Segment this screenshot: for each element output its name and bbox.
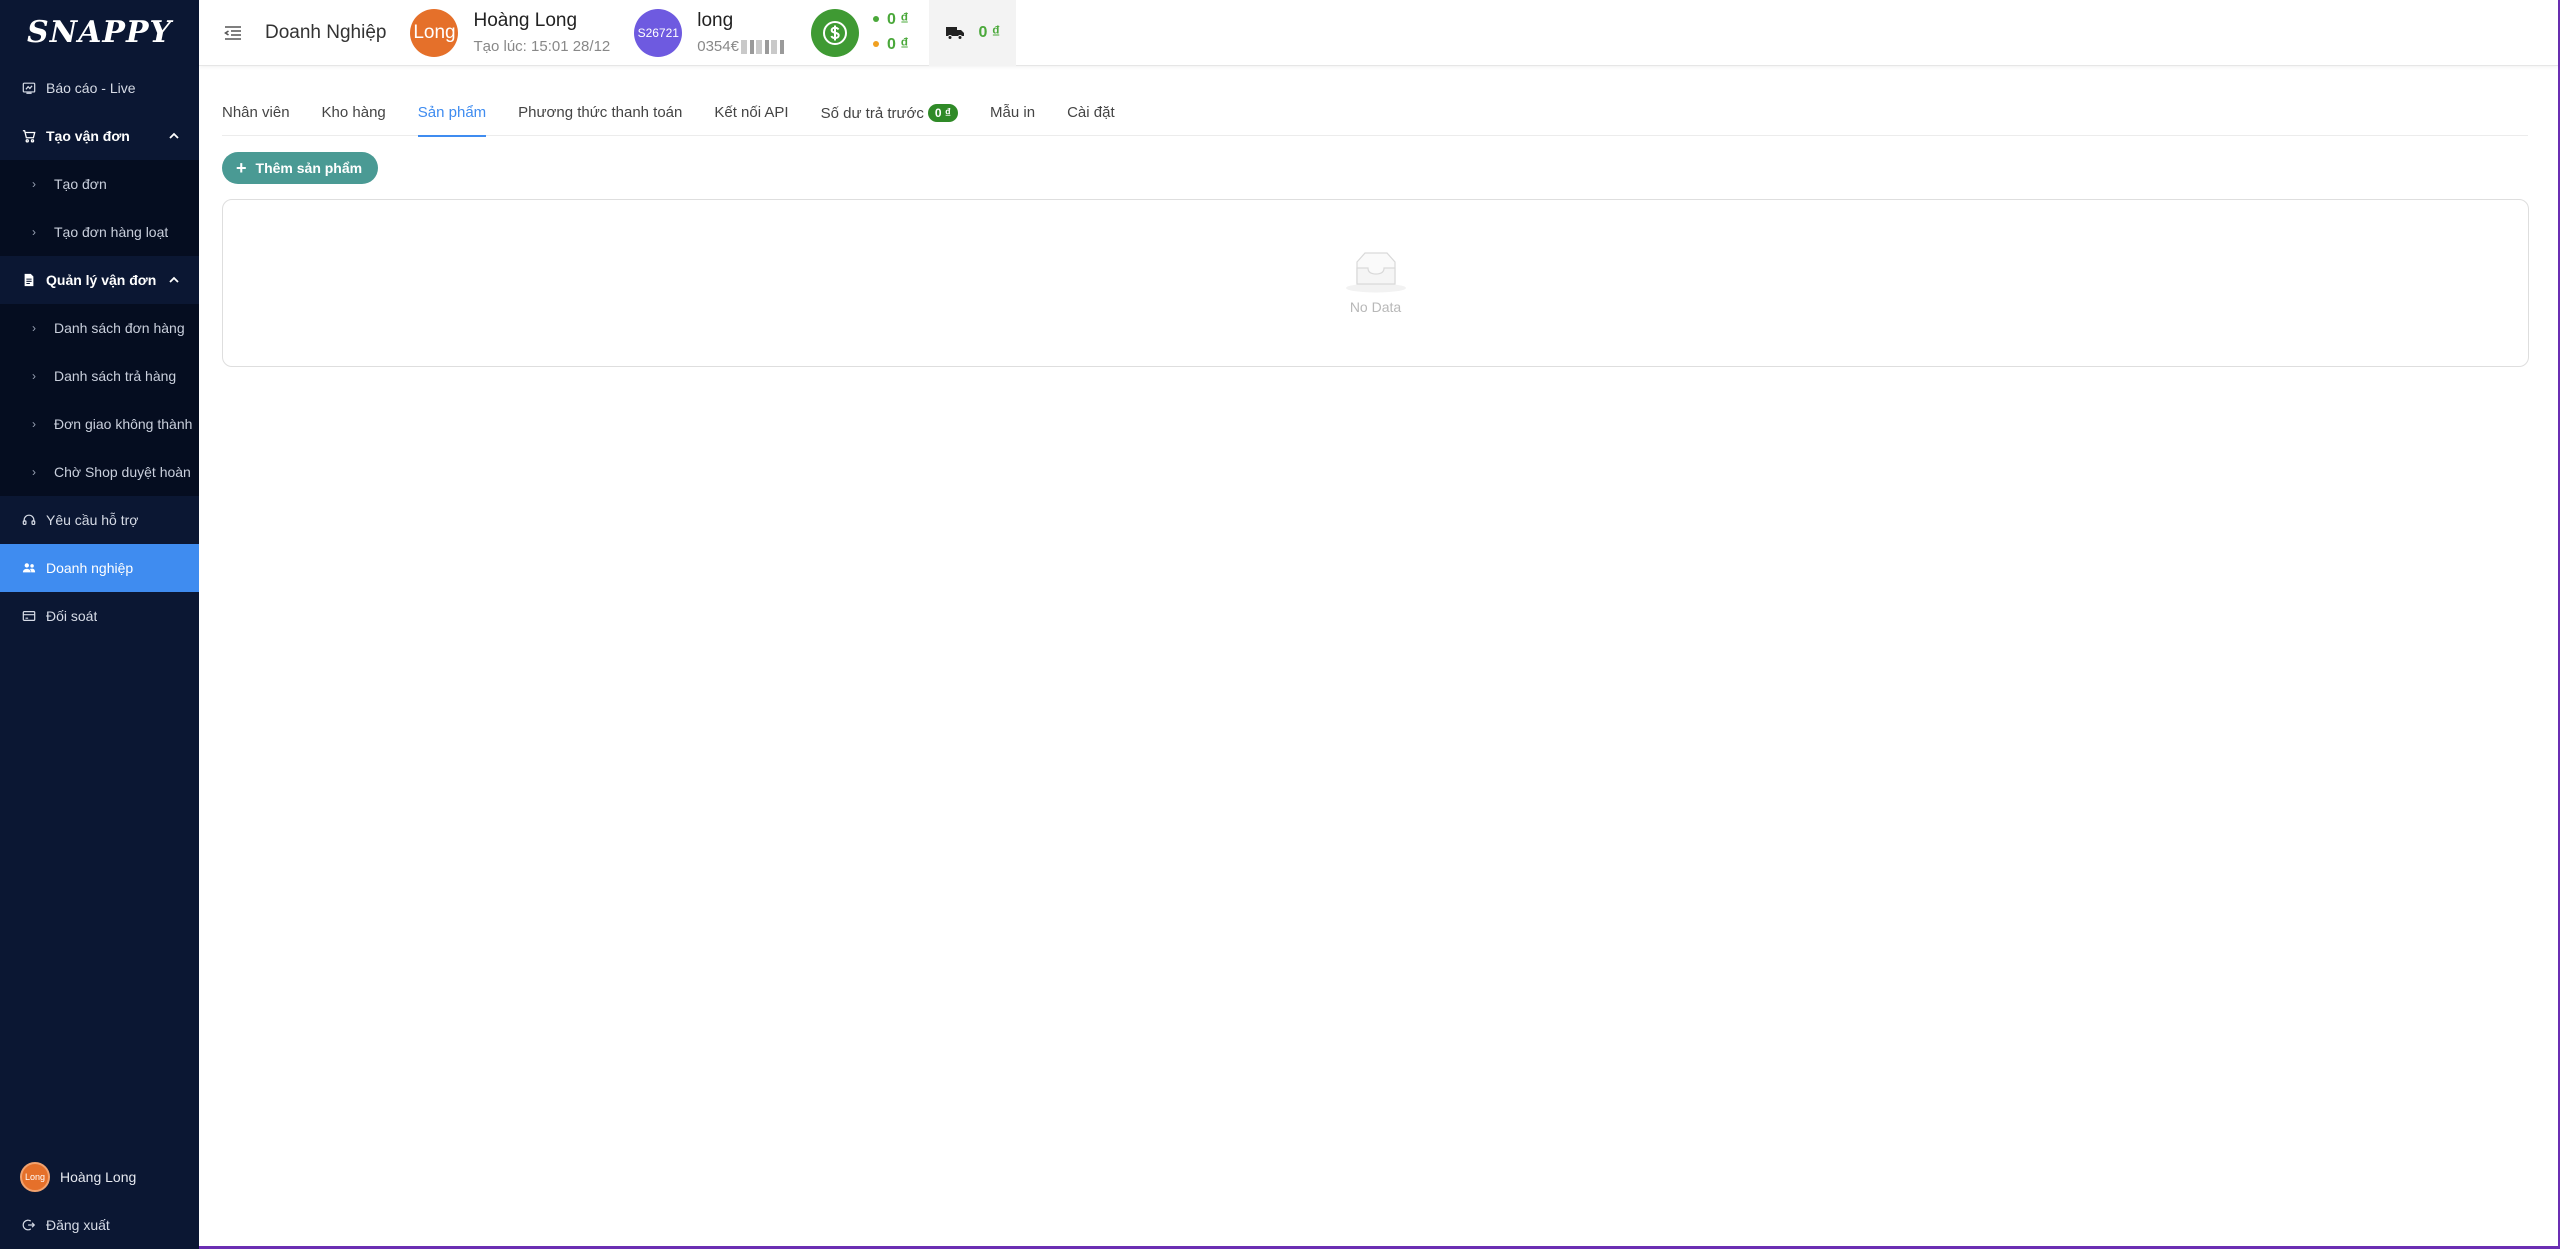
- truck-icon: [945, 26, 964, 40]
- menu-fold-icon: [224, 25, 241, 40]
- sidebar-group-manage-shipment[interactable]: Quản lý vận đơn: [0, 256, 199, 304]
- sidebar-item-support[interactable]: Yêu cầu hỗ trợ: [0, 496, 199, 544]
- sidebar-item-label: Chờ Shop duyệt hoàn: [54, 464, 191, 480]
- sidebar-item-reconcile[interactable]: Đối soát: [0, 592, 199, 640]
- sidebar-item-business[interactable]: Doanh nghiệp: [0, 544, 199, 592]
- logout-label: Đăng xuất: [46, 1217, 110, 1233]
- sidebar-item-label: Báo cáo - Live: [46, 80, 136, 96]
- sidebar-item-order-list[interactable]: › Danh sách đơn hàng: [0, 304, 199, 352]
- chevron-right-icon: ›: [32, 465, 36, 479]
- account-avatar: S26721: [634, 8, 683, 57]
- owner-created: Tạo lúc: 15:01 28/12: [473, 37, 611, 55]
- sidebar-item-bulk-create[interactable]: › Tạo đơn hàng loạt: [0, 208, 199, 256]
- app-window: SNAPPY Báo cáo - Live Tạo vận đơn › Tạo …: [0, 0, 2560, 1249]
- user-name: Hoàng Long: [60, 1169, 137, 1185]
- sidebar-item-return-list[interactable]: › Danh sách trả hàng: [0, 352, 199, 400]
- tab-label: Số dư trả trước: [820, 105, 924, 122]
- logout-button[interactable]: Đăng xuất: [0, 1201, 199, 1249]
- empty-text: No Data: [1349, 299, 1402, 315]
- tab-api[interactable]: Kết nối API: [714, 96, 788, 136]
- plus-icon: +: [236, 158, 247, 178]
- tab-warehouse[interactable]: Kho hàng: [322, 96, 386, 136]
- status-badge: 0 ₫: [927, 104, 959, 122]
- sidebar-item-label: Doanh nghiệp: [46, 560, 134, 576]
- tab-print-templates[interactable]: Mẫu in: [990, 96, 1035, 136]
- chevron-right-icon: ›: [32, 321, 36, 335]
- brand-logo[interactable]: SNAPPY: [0, 0, 199, 64]
- account-info: long 0354€: [697, 9, 785, 56]
- tab-staff[interactable]: Nhân viên: [222, 96, 290, 136]
- balance-primary: 0 ₫: [886, 10, 909, 28]
- sidebar-item-label: Quản lý vận đơn: [46, 272, 157, 288]
- tab-products[interactable]: Sản phẩm: [417, 96, 487, 137]
- sidebar-group-create-shipment[interactable]: Tạo vận đơn: [0, 112, 199, 160]
- account-phone: 0354€: [697, 37, 739, 55]
- sidebar-item-label: Đối soát: [46, 608, 98, 624]
- sidebar-item-label: Danh sách đơn hàng: [54, 320, 185, 336]
- status-dot-green: [872, 16, 879, 23]
- add-product-label: Thêm sản phẩm: [255, 160, 363, 176]
- wallet-balances: 0 ₫ 0 ₫: [872, 8, 909, 58]
- add-product-button[interactable]: + Thêm sản phẩm: [222, 152, 379, 184]
- business-tabs: Nhân viên Kho hàng Sản phẩm Phương thức …: [222, 96, 2528, 137]
- sidebar-item-label: Đơn giao không thành: [54, 416, 193, 432]
- report-icon: [22, 81, 36, 95]
- chevron-up-icon: [169, 132, 179, 139]
- status-dot-orange: [872, 41, 879, 48]
- sidebar-submenu-manage: › Danh sách đơn hàng › Danh sách trả hàn…: [0, 304, 199, 496]
- sidebar-item-label: Tạo đơn hàng loạt: [54, 224, 169, 240]
- menu-toggle-button[interactable]: [221, 21, 245, 45]
- sidebar-footer: Long Hoàng Long Đăng xuất: [0, 1153, 199, 1249]
- empty-inbox-icon: [1345, 252, 1406, 293]
- sidebar-item-label: Yêu cầu hỗ trợ: [46, 512, 139, 528]
- chevron-right-icon: ›: [32, 417, 36, 431]
- top-header: Doanh Nghiệp Long Hoàng Long Tạo lúc: 15…: [199, 0, 2558, 66]
- redacted-mask: [740, 39, 785, 54]
- chevron-right-icon: ›: [32, 369, 36, 383]
- owner-info: Hoàng Long Tạo lúc: 15:01 28/12: [473, 9, 610, 56]
- sidebar-user[interactable]: Long Hoàng Long: [0, 1153, 199, 1201]
- tab-prepaid-balance[interactable]: Số dư trả trước 0 ₫: [820, 96, 959, 136]
- shipping-balance-value: 0 ₫: [978, 23, 1001, 41]
- sidebar: SNAPPY Báo cáo - Live Tạo vận đơn › Tạo …: [0, 0, 199, 1249]
- sidebar-item-report[interactable]: Báo cáo - Live: [0, 64, 199, 112]
- avatar: Long: [20, 1162, 50, 1192]
- wallet-icon: [810, 8, 859, 57]
- sidebar-submenu-create: › Tạo đơn › Tạo đơn hàng loạt: [0, 160, 199, 256]
- sidebar-item-label: Danh sách trả hàng: [54, 368, 177, 384]
- avatar: Long: [410, 8, 459, 57]
- chevron-right-icon: ›: [32, 177, 36, 191]
- logout-icon: [22, 1218, 36, 1232]
- tab-payment-methods[interactable]: Phương thức thanh toán: [518, 96, 682, 136]
- chevron-up-icon: [169, 276, 179, 283]
- sidebar-item-label: Tạo vận đơn: [46, 128, 130, 144]
- account-name: long: [697, 9, 734, 31]
- shipping-balance[interactable]: 0 ₫: [928, 0, 1017, 66]
- document-icon: [22, 273, 36, 287]
- chevron-right-icon: ›: [32, 225, 36, 239]
- sidebar-item-failed-delivery[interactable]: › Đơn giao không thành: [0, 400, 199, 448]
- page-title: Doanh Nghiệp: [265, 21, 387, 43]
- sidebar-item-pending-return[interactable]: › Chờ Shop duyệt hoàn: [0, 448, 199, 496]
- sidebar-nav: Báo cáo - Live Tạo vận đơn › Tạo đơn › T…: [0, 64, 199, 640]
- card-icon: [22, 609, 36, 623]
- sidebar-item-label: Tạo đơn: [54, 176, 107, 192]
- headset-icon: [22, 513, 36, 527]
- balance-secondary: 0 ₫: [886, 35, 909, 53]
- tab-settings[interactable]: Cài đặt: [1067, 96, 1115, 136]
- cart-icon: [22, 129, 36, 143]
- sidebar-item-create-order[interactable]: › Tạo đơn: [0, 160, 199, 208]
- owner-name: Hoàng Long: [473, 9, 578, 31]
- product-list-empty: No Data: [222, 199, 2529, 367]
- users-icon: [22, 561, 36, 575]
